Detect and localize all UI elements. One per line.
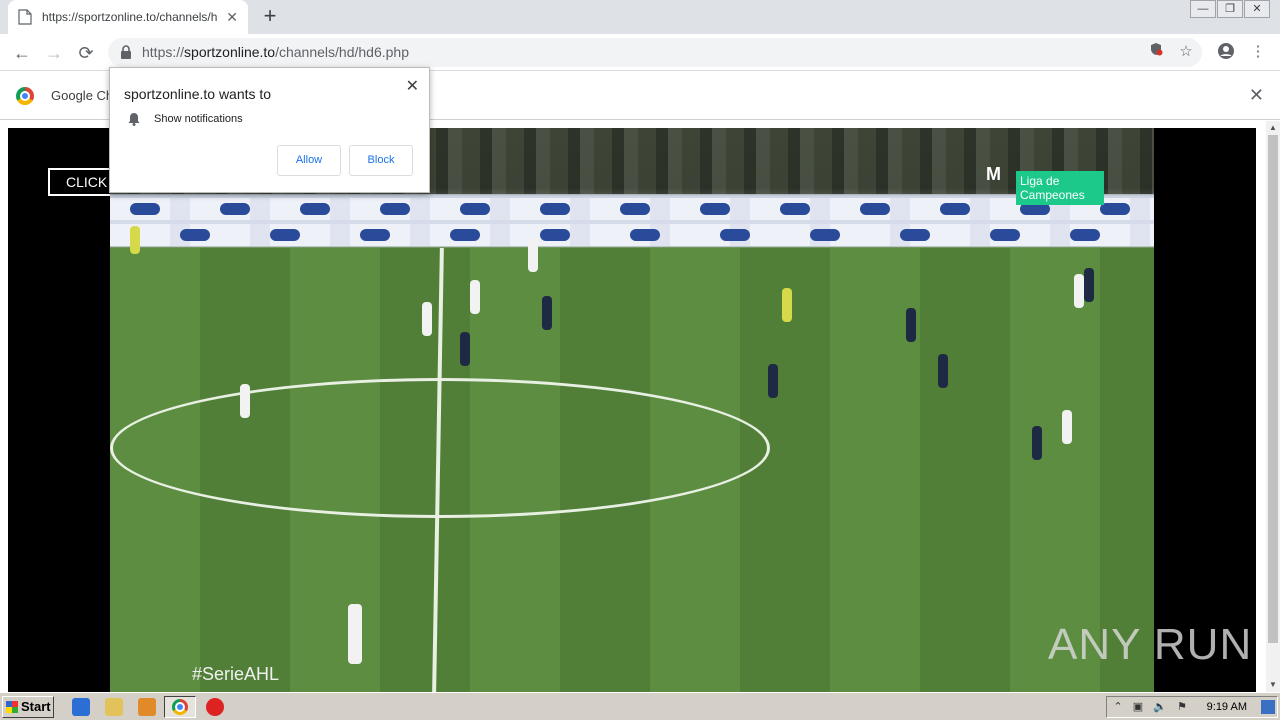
taskbar-chrome-button[interactable] [164, 696, 196, 718]
chrome-icon [172, 699, 188, 715]
page-content: CLICK M Liga de Campeones #SerieAHL ANY … [0, 121, 1266, 692]
url-scheme: https:// [142, 44, 185, 60]
vertical-scrollbar[interactable]: ▲ ▼ [1266, 121, 1280, 692]
minimize-button[interactable]: — [1190, 0, 1216, 18]
football-player [906, 308, 916, 342]
show-desktop-icon[interactable] [1261, 700, 1275, 714]
new-tab-button[interactable]: + [258, 4, 282, 28]
tab-title: https://sportzonline.to/channels/hd/ [42, 10, 217, 24]
advertising-board [110, 198, 1154, 220]
address-bar[interactable]: https://sportzonline.to/channels/hd/hd6.… [108, 38, 1202, 67]
flag-icon[interactable]: ⚑ [1175, 700, 1189, 714]
windows-logo-icon [6, 701, 18, 713]
forward-button[interactable]: → [43, 42, 65, 64]
restore-button[interactable]: ❐ [1217, 0, 1243, 18]
tray-expand-icon[interactable]: ⌃ [1111, 700, 1125, 714]
football-player [528, 238, 538, 272]
clock: 9:19 AM [1206, 701, 1247, 713]
close-icon[interactable]: ✕ [406, 76, 419, 96]
permission-item: Show notifications [154, 113, 243, 125]
internet-explorer-icon[interactable] [72, 698, 90, 716]
football-player [1032, 426, 1042, 460]
window-controls: — ❐ ✕ [1189, 0, 1270, 18]
hashtag-overlay: #SerieAHL [192, 664, 280, 684]
competition-badge: Liga de Campeones [1016, 171, 1104, 205]
scroll-down-icon[interactable]: ▼ [1266, 678, 1280, 692]
football-player [470, 280, 480, 314]
account-icon[interactable] [1216, 42, 1236, 62]
football-player [1084, 268, 1094, 302]
reload-button[interactable]: ⟳ [75, 42, 97, 64]
network-icon[interactable]: ▣ [1131, 700, 1145, 714]
football-player [1062, 410, 1072, 444]
url-host: sportzonline.to [184, 44, 276, 60]
permission-title: sportzonline.to wants to [124, 86, 272, 102]
url-path: /channels/hd/hd6.php [275, 44, 409, 60]
menu-icon[interactable]: ⋮ [1248, 42, 1268, 62]
allow-button[interactable]: Allow [277, 145, 341, 176]
opera-icon[interactable] [206, 698, 224, 716]
football-player [422, 302, 432, 336]
back-button[interactable]: ← [11, 42, 33, 64]
football-player [460, 332, 470, 366]
video-frame[interactable]: M Liga de Campeones #SerieAHL [110, 128, 1154, 692]
page-icon [18, 9, 32, 25]
tab-strip: https://sportzonline.to/channels/hd/ ✕ +… [0, 0, 1280, 34]
star-icon[interactable]: ☆ [1176, 42, 1196, 62]
infobar-close-icon[interactable]: ✕ [1249, 85, 1264, 106]
center-circle [110, 378, 770, 518]
tab-close-icon[interactable]: ✕ [226, 9, 238, 26]
advertising-board [110, 224, 1154, 246]
volume-icon[interactable]: 🔈 [1153, 700, 1167, 714]
broadcaster-logo: M [986, 164, 1001, 184]
football-player [768, 364, 778, 398]
start-button[interactable]: Start [2, 696, 54, 718]
system-tray: ⌃ ▣ 🔈 ⚑ 9:19 AM [1106, 696, 1278, 718]
browser-tab[interactable]: https://sportzonline.to/channels/hd/ ✕ [8, 0, 248, 34]
folder-icon[interactable] [105, 698, 123, 716]
blocked-notification-icon[interactable] [1146, 42, 1166, 62]
football-player [348, 604, 362, 664]
football-player [1074, 274, 1084, 308]
notification-permission-popup: sportzonline.to wants to ✕ Show notifica… [109, 67, 430, 193]
football-player [782, 288, 792, 322]
url-text[interactable]: https://sportzonline.to/channels/hd/hd6.… [142, 44, 409, 60]
infobar-text: Google Ch [51, 88, 114, 103]
browser-toolbar: ← → ⟳ https://sportzonline.to/channels/h… [0, 34, 1280, 71]
close-window-button[interactable]: ✕ [1244, 0, 1270, 18]
bell-icon [128, 113, 140, 126]
windows-taskbar: Start ⌃ ▣ 🔈 ⚑ 9:19 AM [0, 692, 1280, 720]
football-player [542, 296, 552, 330]
lock-icon[interactable] [120, 45, 132, 59]
football-player [240, 384, 250, 418]
video-player[interactable]: CLICK M Liga de Campeones #SerieAHL ANY … [8, 128, 1256, 692]
football-player [938, 354, 948, 388]
scroll-up-icon[interactable]: ▲ [1266, 121, 1280, 135]
anyrun-watermark: ANY RUN [1048, 620, 1253, 669]
football-player [130, 226, 140, 254]
block-button[interactable]: Block [349, 145, 413, 176]
scroll-thumb[interactable] [1268, 135, 1278, 643]
chrome-icon [16, 87, 34, 105]
media-player-icon[interactable] [138, 698, 156, 716]
start-label: Start [21, 699, 51, 714]
